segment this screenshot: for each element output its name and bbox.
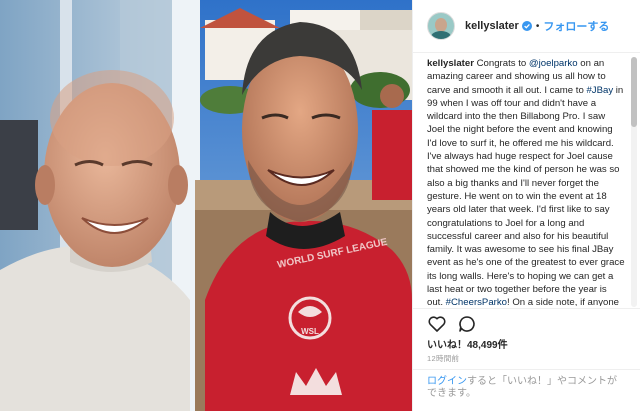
caption-text-3: in 99 when I was off tour and didn't hav… [427,84,625,306]
caption-scrollbar[interactable] [631,57,637,307]
caption-hashtag-jbay[interactable]: #JBay [586,85,613,96]
post-side-panel: kellyslater • フォローする kellyslater Congrat… [412,0,640,411]
post-caption: kellyslater Congrats to @joelparko on an… [427,57,625,306]
caption-mention[interactable]: @joelparko [529,58,578,69]
heart-icon[interactable] [427,314,447,334]
photo-illustration: WORLD SURF LEAGUE WSL [0,0,412,411]
caption-text-1: Congrats to [473,58,529,69]
follow-button[interactable]: フォローする [543,18,609,34]
likes-count[interactable]: いいね！48,499件 [427,336,508,351]
scrollbar-thumb[interactable] [631,57,637,127]
post-actions: いいね！48,499件 12時間前 [413,308,640,363]
header-username[interactable]: kellyslater [465,20,519,32]
post-timestamp: 12時間前 [427,354,460,363]
caption-hashtag-cheersparko[interactable]: #CheersParko [446,297,507,306]
wsl-logo-text: WSL [301,327,319,336]
login-prompt: ログインすると「いいね！」やコメントができます。 [413,369,640,412]
avatar[interactable] [427,12,455,40]
header-separator: • [535,20,540,32]
caption-username[interactable]: kellyslater [427,58,474,69]
instagram-post: WORLD SURF LEAGUE WSL kellyslater • フォロー… [0,0,640,411]
comment-icon[interactable] [457,314,477,334]
caption-text-4: ! On a side note, if anyone [507,297,620,306]
login-link[interactable]: ログイン [427,376,467,387]
post-photo[interactable]: WORLD SURF LEAGUE WSL [0,0,412,411]
verified-badge-icon [521,21,532,31]
post-header: kellyslater • フォローする [413,0,640,53]
